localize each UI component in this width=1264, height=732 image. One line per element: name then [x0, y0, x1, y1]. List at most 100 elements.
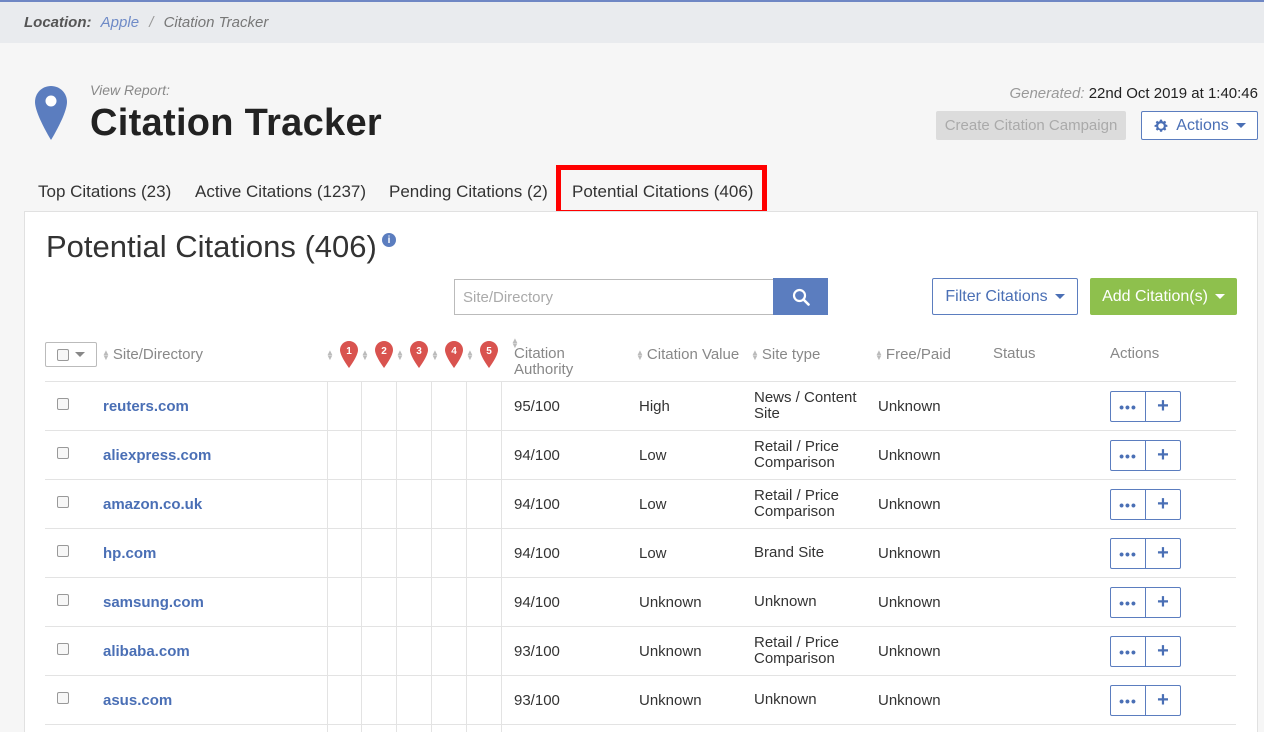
- breadcrumb-location-link[interactable]: Apple: [101, 14, 139, 31]
- site-link[interactable]: amazon.co.uk: [103, 496, 202, 513]
- header-site-directory[interactable]: ▲ ▼ Site/Directory: [102, 346, 203, 363]
- free-paid: Unknown: [878, 594, 941, 611]
- header-site-type-label: Site type: [761, 346, 821, 363]
- table-row: asus.com 93/100 Unknown Unknown Unknown …: [45, 675, 1236, 724]
- add-label: Add Citation(s): [1102, 287, 1208, 305]
- row-checkbox[interactable]: [57, 398, 69, 410]
- tab-top-citations[interactable]: Top Citations (23): [38, 182, 171, 202]
- row-checkbox[interactable]: [57, 496, 69, 508]
- actions-dropdown-button[interactable]: Actions: [1141, 111, 1258, 140]
- citation-authority: 93/100: [514, 692, 560, 709]
- breadcrumb-current: Citation Tracker: [163, 14, 269, 31]
- free-paid: Unknown: [878, 398, 941, 415]
- select-all-checkbox[interactable]: [57, 348, 69, 361]
- breadcrumb: Location: Apple / Citation Tracker: [0, 2, 1264, 43]
- citation-value: High: [639, 398, 670, 415]
- site-link[interactable]: reuters.com: [103, 398, 189, 415]
- add-citation-button[interactable]: +: [1145, 489, 1181, 520]
- citation-authority: 95/100: [514, 398, 560, 415]
- marker-4-label: 4: [451, 346, 457, 357]
- row-checkbox[interactable]: [57, 692, 69, 704]
- tab-pending-citations[interactable]: Pending Citations (2): [389, 182, 548, 202]
- citation-value: Low: [639, 545, 667, 562]
- site-type: Unknown: [754, 593, 817, 610]
- more-options-button[interactable]: •••: [1110, 440, 1146, 471]
- info-icon[interactable]: i: [382, 233, 396, 247]
- header-site-label: Site/Directory: [112, 346, 203, 363]
- search-input[interactable]: [454, 279, 774, 315]
- citation-authority: 94/100: [514, 496, 560, 513]
- header-site-type[interactable]: ▲ ▼ Site type: [751, 346, 820, 363]
- header-free-paid[interactable]: ▲ ▼ Free/Paid: [875, 346, 951, 363]
- site-link[interactable]: aliexpress.com: [103, 447, 211, 464]
- more-options-button[interactable]: •••: [1110, 538, 1146, 569]
- free-paid: Unknown: [878, 545, 941, 562]
- site-type: Retail / Price Comparison: [754, 487, 840, 520]
- tab-active-citations[interactable]: Active Citations (1237): [195, 182, 366, 202]
- table-row: alibaba.com 93/100 Unknown Retail / Pric…: [45, 626, 1236, 675]
- marker-3-label: 3: [416, 346, 422, 357]
- add-citation-button[interactable]: +: [1145, 391, 1181, 422]
- chevron-down-icon: [1054, 294, 1065, 299]
- row-checkbox[interactable]: [57, 545, 69, 557]
- marker-3-icon: 3: [410, 341, 428, 368]
- location-pin-icon: [35, 86, 67, 140]
- filter-citations-button[interactable]: Filter Citations: [932, 278, 1078, 315]
- header-status: Status: [993, 345, 1036, 362]
- table-row: hp.com 94/100 Low Brand Site Unknown •••…: [45, 528, 1236, 577]
- sort-icon[interactable]: ▲ ▼: [431, 346, 442, 363]
- site-link[interactable]: hp.com: [103, 545, 156, 562]
- citation-authority: 93/100: [514, 643, 560, 660]
- add-citation-button[interactable]: +: [1145, 685, 1181, 716]
- actions-label: Actions: [1176, 116, 1229, 134]
- header-citation-authority[interactable]: Citation Authority: [514, 346, 594, 378]
- add-citation-button[interactable]: +: [1145, 587, 1181, 618]
- site-link[interactable]: samsung.com: [103, 594, 204, 611]
- header-free-paid-label: Free/Paid: [885, 346, 951, 363]
- site-type: Retail / Price Comparison: [754, 634, 840, 667]
- row-checkbox[interactable]: [57, 447, 69, 459]
- citation-authority: 94/100: [514, 447, 560, 464]
- site-link[interactable]: asus.com: [103, 692, 172, 709]
- select-all-dropdown[interactable]: [45, 342, 97, 367]
- citation-authority: 94/100: [514, 545, 560, 562]
- page-title: Citation Tracker: [90, 102, 383, 144]
- table-row: reuters.com 95/100 High News / Content S…: [45, 381, 1236, 430]
- more-options-button[interactable]: •••: [1110, 489, 1146, 520]
- more-options-button[interactable]: •••: [1110, 636, 1146, 667]
- panel-title: Potential Citations (406): [46, 229, 377, 264]
- sort-icon[interactable]: ▲ ▼: [396, 346, 407, 363]
- sort-icon: ▲ ▼: [636, 348, 644, 363]
- marker-1-label: 1: [346, 346, 352, 357]
- sort-icon[interactable]: ▲ ▼: [466, 346, 477, 363]
- header-citation-value-label: Citation Value: [646, 346, 740, 363]
- more-options-button[interactable]: •••: [1110, 391, 1146, 422]
- breadcrumb-separator: /: [149, 14, 154, 31]
- create-citation-campaign-button[interactable]: Create Citation Campaign: [936, 111, 1126, 140]
- sort-icon[interactable]: ▲ ▼: [361, 346, 372, 363]
- sort-icon[interactable]: ▲ ▼: [326, 346, 337, 363]
- free-paid: Unknown: [878, 692, 941, 709]
- more-options-button[interactable]: •••: [1110, 685, 1146, 716]
- view-report-label: View Report:: [90, 82, 170, 98]
- citation-value: Unknown: [639, 594, 702, 611]
- gear-icon: [1154, 119, 1168, 132]
- search-button[interactable]: [773, 278, 828, 315]
- add-citations-button[interactable]: Add Citation(s): [1090, 278, 1237, 315]
- add-citation-button[interactable]: +: [1145, 538, 1181, 569]
- add-citation-button[interactable]: +: [1145, 440, 1181, 471]
- row-checkbox[interactable]: [57, 643, 69, 655]
- active-tab-highlight: [556, 165, 767, 215]
- marker-1-icon: 1: [340, 341, 358, 368]
- table-row: aliexpress.com 94/100 Low Retail / Price…: [45, 430, 1236, 479]
- site-type: News / Content Site: [754, 389, 857, 422]
- site-link[interactable]: alibaba.com: [103, 643, 190, 660]
- marker-4-icon: 4: [445, 341, 463, 368]
- header-citation-value[interactable]: ▲ ▼ Citation Value: [636, 346, 739, 363]
- more-options-button[interactable]: •••: [1110, 587, 1146, 618]
- site-type: Unknown: [754, 691, 817, 708]
- site-type: Brand Site: [754, 544, 825, 561]
- row-checkbox[interactable]: [57, 594, 69, 606]
- citation-value: Unknown: [639, 643, 702, 660]
- add-citation-button[interactable]: +: [1145, 636, 1181, 667]
